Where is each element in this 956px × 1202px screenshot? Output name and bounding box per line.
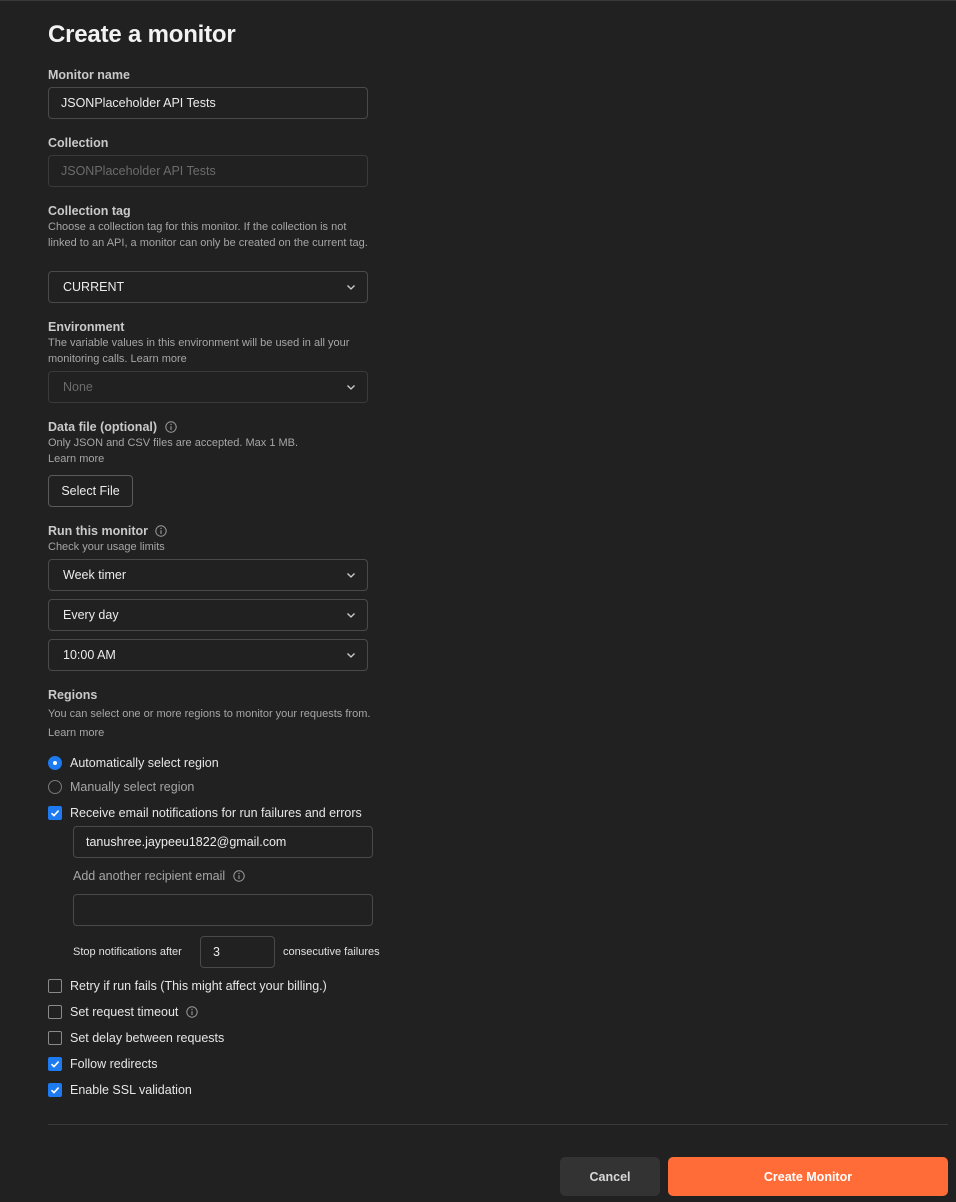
- request-timeout-label-row: Set request timeout: [70, 1005, 198, 1019]
- request-timeout-checkbox[interactable]: [48, 1005, 62, 1019]
- add-recipient-label: Add another recipient email: [73, 869, 226, 883]
- follow-redirects-checkbox[interactable]: [48, 1057, 62, 1071]
- stop-notifications-prefix: Stop notifications after: [73, 946, 182, 958]
- collection-label: Collection: [48, 136, 109, 150]
- chevron-down-icon: [347, 385, 355, 390]
- ssl-validation-label[interactable]: Enable SSL validation: [70, 1083, 192, 1097]
- monitor-name-input[interactable]: JSONPlaceholder API Tests: [48, 87, 368, 119]
- time-value: 10:00 AM: [63, 648, 116, 662]
- page-title: Create a monitor: [48, 21, 236, 48]
- collection-tag-value: CURRENT: [63, 280, 125, 294]
- select-file-button[interactable]: Select File: [48, 475, 133, 507]
- cancel-button[interactable]: Cancel: [560, 1157, 660, 1196]
- email-notifications-label[interactable]: Receive email notifications for run fail…: [70, 806, 362, 820]
- collection-tag-select[interactable]: CURRENT: [48, 271, 368, 303]
- create-monitor-button[interactable]: Create Monitor: [668, 1157, 948, 1196]
- auto-region-label[interactable]: Automatically select region: [70, 756, 219, 770]
- stop-notifications-count: 3: [213, 945, 220, 959]
- data-file-help: Only JSON and CSV files are accepted. Ma…: [48, 437, 299, 449]
- data-file-label-row: Data file (optional): [48, 420, 177, 434]
- manual-region-radio[interactable]: [48, 780, 62, 794]
- retry-checkbox[interactable]: [48, 979, 62, 993]
- collection-value: JSONPlaceholder API Tests: [61, 164, 216, 178]
- info-icon[interactable]: [164, 421, 177, 433]
- frequency-select[interactable]: Every day: [48, 599, 368, 631]
- stop-notifications-count-input[interactable]: 3: [200, 936, 275, 968]
- auto-region-radio[interactable]: [48, 756, 62, 770]
- add-recipient-email-input[interactable]: [73, 894, 373, 926]
- request-timeout-label[interactable]: Set request timeout: [70, 1005, 178, 1019]
- regions-label: Regions: [48, 688, 98, 702]
- run-monitor-label-row: Run this monitor: [48, 524, 168, 538]
- timer-type-value: Week timer: [63, 568, 126, 582]
- checkmark-icon: [50, 810, 60, 817]
- info-icon[interactable]: [186, 1006, 198, 1018]
- environment-label: Environment: [48, 320, 125, 334]
- regions-help: You can select one or more regions to mo…: [48, 708, 371, 739]
- chevron-down-icon: [347, 573, 355, 578]
- checkmark-icon: [50, 1087, 60, 1094]
- manual-region-label[interactable]: Manually select region: [70, 780, 194, 794]
- chevron-down-icon: [347, 613, 355, 618]
- info-icon[interactable]: [232, 870, 245, 882]
- chevron-down-icon: [347, 285, 355, 290]
- email-notifications-checkbox[interactable]: [48, 806, 62, 820]
- top-border: [0, 0, 956, 1]
- usage-limits-link[interactable]: Check your usage limits: [48, 539, 373, 555]
- checkmark-icon: [50, 1061, 60, 1068]
- environment-select[interactable]: None: [48, 371, 368, 403]
- environment-value: None: [63, 380, 93, 394]
- request-delay-checkbox[interactable]: [48, 1031, 62, 1045]
- ssl-validation-checkbox[interactable]: [48, 1083, 62, 1097]
- chevron-down-icon: [347, 653, 355, 658]
- frequency-value: Every day: [63, 608, 119, 622]
- request-delay-label[interactable]: Set delay between requests: [70, 1031, 224, 1045]
- monitor-name-value: JSONPlaceholder API Tests: [61, 96, 216, 110]
- monitor-name-label: Monitor name: [48, 68, 130, 82]
- follow-redirects-label[interactable]: Follow redirects: [70, 1057, 158, 1071]
- stop-notifications-suffix: consecutive failures: [283, 946, 380, 958]
- environment-help: The variable values in this environment …: [48, 337, 350, 365]
- collection-tag-help: Choose a collection tag for this monitor…: [48, 221, 368, 249]
- time-select[interactable]: 10:00 AM: [48, 639, 368, 671]
- recipient-email-input[interactable]: tanushree.jaypeeu1822@gmail.com: [73, 826, 373, 858]
- info-icon[interactable]: [155, 525, 168, 537]
- retry-label[interactable]: Retry if run fails (This might affect yo…: [70, 979, 327, 993]
- footer-divider: [48, 1124, 948, 1125]
- collection-input: JSONPlaceholder API Tests: [48, 155, 368, 187]
- data-file-label: Data file (optional): [48, 420, 158, 434]
- recipient-email-value: tanushree.jaypeeu1822@gmail.com: [86, 835, 287, 849]
- data-file-learn-more[interactable]: Learn more: [48, 451, 373, 467]
- collection-tag-label: Collection tag: [48, 204, 131, 218]
- run-monitor-label: Run this monitor: [48, 524, 148, 538]
- timer-type-select[interactable]: Week timer: [48, 559, 368, 591]
- add-recipient-label-row: Add another recipient email: [73, 869, 245, 883]
